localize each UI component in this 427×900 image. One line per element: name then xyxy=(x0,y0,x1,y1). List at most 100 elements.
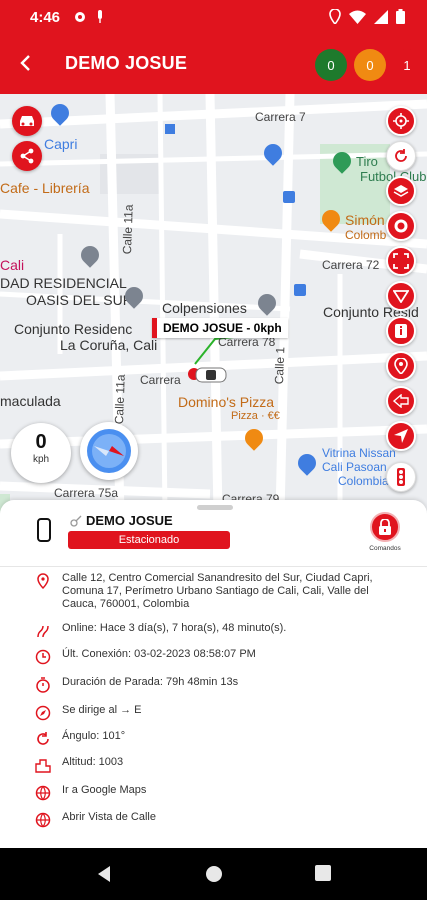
navigation-button[interactable] xyxy=(386,421,416,451)
share-icon xyxy=(20,148,34,164)
share-button[interactable] xyxy=(12,141,42,171)
stop-duration-row: Duración de Parada: 79h 48min 13s xyxy=(0,676,427,694)
altitude-text: Altitud: 1003 xyxy=(62,756,124,768)
commands-button[interactable]: Comandos xyxy=(363,512,407,562)
last-connection-text: Últ. Conexión: 03-02-2023 08:58:07 PM xyxy=(62,648,256,660)
map-label: Colpensiones xyxy=(162,300,247,316)
map-label: Calle 11a xyxy=(120,204,136,255)
pin-icon xyxy=(394,358,408,374)
battery-icon xyxy=(396,9,405,24)
speed-dial: 0 kph xyxy=(11,423,71,483)
online-text: Online: Hace 3 día(s), 7 hora(s), 48 min… xyxy=(62,622,287,634)
map-label: Conjunto Residenc xyxy=(14,321,133,337)
map-label: Colomb xyxy=(345,228,387,242)
altitude-icon xyxy=(35,759,51,773)
refresh-button[interactable] xyxy=(386,141,416,171)
speed-value: 0 xyxy=(35,431,47,453)
status-bar: 4:46 xyxy=(0,0,427,36)
commands-label: Comandos xyxy=(369,545,401,552)
fullscreen-icon xyxy=(393,253,409,269)
map-label: La Coruña, Cali xyxy=(60,337,158,353)
sheet-handle[interactable] xyxy=(197,505,233,510)
navigation-icon xyxy=(394,429,408,443)
counter-green[interactable]: 0 xyxy=(315,49,347,81)
globe-icon xyxy=(35,812,51,828)
nav-home-icon[interactable] xyxy=(205,865,223,883)
clock-icon xyxy=(35,649,51,665)
back-button[interactable] xyxy=(10,48,40,78)
car-icon xyxy=(20,116,34,126)
phone-icon xyxy=(37,518,51,542)
speed-unit: kph xyxy=(32,454,50,465)
nav-recents-icon[interactable] xyxy=(315,865,331,881)
lock-icon xyxy=(379,519,391,535)
map-label: Cali xyxy=(0,257,25,273)
map-label: Domino's Pizza xyxy=(178,394,275,410)
compass-icon xyxy=(35,705,51,721)
signal-icon xyxy=(374,9,388,24)
info-button[interactable] xyxy=(386,316,416,346)
vehicle-car-icon[interactable] xyxy=(186,364,230,386)
map-label: Tiro xyxy=(356,154,378,169)
status-time: 4:46 xyxy=(30,9,61,26)
address-row: Calle 12, Centro Comercial Sanandresito … xyxy=(0,572,427,611)
online-icon xyxy=(37,625,49,638)
speed-limit-button[interactable] xyxy=(386,211,416,241)
compass[interactable] xyxy=(80,422,138,480)
counter-orange[interactable]: 0 xyxy=(354,49,386,81)
angle-icon xyxy=(37,732,49,745)
traffic-light-button[interactable] xyxy=(386,462,416,492)
map-label: Carrera 72 xyxy=(322,258,380,272)
divider xyxy=(0,566,427,567)
map-label: Carrera 75a xyxy=(54,486,119,500)
layers-button[interactable] xyxy=(386,176,416,206)
heading-row: Se dirige al → E xyxy=(0,704,427,722)
device-name: DEMO JOSUE xyxy=(86,513,173,528)
traffic-light-icon xyxy=(397,468,405,486)
map-label: Carrera xyxy=(140,373,181,387)
map-label: DAD RESIDENCIAL xyxy=(0,275,127,291)
info-icon xyxy=(395,324,407,338)
stopwatch-icon xyxy=(36,677,50,693)
map[interactable]: Capri Cafe - Librería Cali DAD RESIDENCI… xyxy=(0,94,427,514)
status-badge: Estacionado xyxy=(68,531,230,549)
google-maps-link[interactable]: Ir a Google Maps xyxy=(62,784,402,797)
vehicle-callout[interactable]: DEMO JOSUE - 0kph xyxy=(152,318,288,338)
key-icon xyxy=(70,515,82,527)
altitude-row: Altitud: 1003 xyxy=(0,756,427,774)
car-button[interactable] xyxy=(12,106,42,136)
nav-back-icon[interactable] xyxy=(96,865,112,883)
street-view-link[interactable]: Abrir Vista de Calle xyxy=(62,811,402,824)
refresh-icon xyxy=(395,149,407,162)
microphone-icon xyxy=(98,10,102,23)
page-title: DEMO JOSUE xyxy=(65,53,188,73)
arrow-left-button[interactable] xyxy=(386,386,416,416)
location-pin-icon xyxy=(329,9,341,24)
speed-limit-icon xyxy=(394,219,408,233)
target-button[interactable] xyxy=(386,106,416,136)
last-connection-row: Últ. Conexión: 03-02-2023 08:58:07 PM xyxy=(0,648,427,666)
map-label: Carrera 7 xyxy=(255,110,306,124)
counter-red[interactable]: 1 xyxy=(391,49,423,81)
gear-icon xyxy=(75,12,85,22)
map-label: Simón xyxy=(345,212,385,228)
map-label: Pizza · €€ xyxy=(231,410,280,422)
street-view-row[interactable]: Abrir Vista de Calle xyxy=(0,811,427,829)
bottom-sheet: DEMO JOSUE Estacionado Comandos Calle 12… xyxy=(0,500,427,848)
pin-button[interactable] xyxy=(386,351,416,381)
fullscreen-button[interactable] xyxy=(386,246,416,276)
map-label: Cali Pasoan xyxy=(322,460,387,474)
system-nav-bar xyxy=(0,848,427,900)
map-label: Cafe - Librería xyxy=(0,180,90,196)
angle-text: Ángulo: 101° xyxy=(62,730,126,742)
layers-icon xyxy=(393,185,409,197)
google-maps-row[interactable]: Ir a Google Maps xyxy=(0,784,427,802)
map-label: Capri xyxy=(44,136,78,152)
stop-duration-text: Duración de Parada: 79h 48min 13s xyxy=(62,676,239,688)
app-bar: DEMO JOSUE 0 0 1 xyxy=(0,36,427,94)
address-text: Calle 12, Centro Comercial Sanandresito … xyxy=(62,572,373,610)
triangle-icon xyxy=(393,290,409,303)
arrow-left-icon xyxy=(393,394,409,408)
map-label: Colombia xyxy=(338,474,389,488)
triangle-button[interactable] xyxy=(386,281,416,311)
